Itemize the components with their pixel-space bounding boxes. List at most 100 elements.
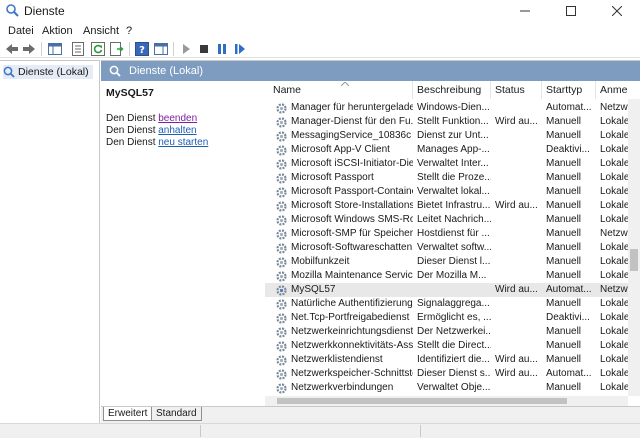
gear-icon [276,103,287,114]
service-row[interactable]: Netzwerklistendienst Identifiziert die...… [265,353,628,367]
gear-icon [276,229,287,240]
service-row[interactable]: Net.Tcp-Portfreigabedienst Ermöglicht es,… [265,311,628,325]
service-name-cell: Mozilla Maintenance Service [269,269,413,283]
service-desc-cell: Hostdienst für ... [417,228,490,239]
service-name-text: Netzwerkspeicher-Schnittste... [291,368,413,379]
main-header: Dienste (Lokal) [101,61,640,81]
service-row[interactable]: Manager für heruntergelade... Windows-Die… [265,101,628,115]
service-name-text: Netzwerkkonnektivitäts-Assi... [291,340,413,351]
service-logon-cell: Netzw [600,284,628,295]
service-name-cell: Mobilfunkzeit [269,255,413,269]
service-status-cell [491,255,542,269]
services-app-icon [6,4,19,17]
service-row[interactable]: Microsoft Store-Installations... Bietet I… [265,199,628,213]
start-service-button[interactable] [178,41,194,57]
restart-service-button[interactable] [232,41,248,57]
toolbar-separator [41,42,42,56]
service-row[interactable]: Microsoft Passport-Container Verwaltet lo… [265,185,628,199]
service-row[interactable]: Manager-Dienst für den Fu... Stellt Funkt… [265,115,628,129]
service-row[interactable]: Netzwerkverbindungen Verwaltet Obje... Man… [265,381,628,395]
column-header-starttyp[interactable]: Starttyp [542,81,596,99]
menu-ansicht[interactable]: Ansicht [83,25,119,37]
service-name-text: Netzwerklistendienst [291,354,383,365]
gear-icon [276,271,287,282]
close-button[interactable] [594,0,640,22]
refresh-icon [91,42,105,56]
service-status-cell: Wird au... [495,116,538,127]
service-logon-cell: Lokale [600,368,628,379]
service-name-cell: MySQL57 [269,283,413,297]
service-name-text: Netzwerkeinrichtungsdienst [291,326,413,337]
horizontal-scrollbar[interactable] [265,396,628,406]
forward-button[interactable] [21,41,37,57]
service-row[interactable]: MessagingService_10836c Dienst zur Unt...… [265,129,628,143]
service-logon-cell: Lokale [600,130,628,141]
service-row[interactable]: MySQL57 Wird au... Automat... Netzw [265,283,628,297]
pause-service-link[interactable]: anhalten [158,125,196,136]
service-status-cell [491,171,542,185]
service-row[interactable]: Mozilla Maintenance Service Der Mozilla M… [265,269,628,283]
export-list-button[interactable] [109,41,125,57]
back-button[interactable] [4,41,20,57]
gear-icon [276,131,287,142]
restart-service-link[interactable]: neu starten [158,137,208,148]
maximize-button[interactable] [548,0,594,22]
stop-service-link[interactable]: beenden [158,113,197,124]
service-row[interactable]: Microsoft-SMP für Speicher... Hostdienst … [265,227,628,241]
service-name-cell: Netzwerkverbindungen [269,381,413,395]
service-row[interactable]: Mobilfunkzeit Dieser Dienst l... Manuell Lo… [265,255,628,269]
scrollbar-thumb[interactable] [277,398,567,404]
tab-erweitert[interactable]: Erweitert [103,407,153,421]
tree-item-dienste-lokal[interactable]: Dienste (Lokal) [3,65,93,79]
services-icon [109,65,121,77]
console-tree-icon [48,43,62,55]
pause-service-button[interactable] [214,41,230,57]
vertical-scrollbar[interactable] [628,99,640,396]
show-hide-tree-button[interactable] [47,41,63,57]
column-header-status[interactable]: Status [491,81,542,99]
menu-aktion[interactable]: Aktion [42,25,73,37]
gear-icon [276,117,287,128]
menu-datei[interactable]: Datei [8,25,34,37]
tree-item-label: Dienste (Lokal) [18,66,89,78]
service-name-cell: MessagingService_10836c [269,129,413,143]
service-logon-cell: Lokale [600,186,628,197]
service-row[interactable]: Netzwerkspeicher-Schnittste... Dieser Die… [265,367,628,381]
scrollbar-thumb[interactable] [630,249,638,271]
action-pane-button[interactable] [153,41,169,57]
service-row[interactable]: Microsoft App-V Client Manages App-... Dea… [265,143,628,157]
service-row[interactable]: Microsoft-Softwareschatten... Verwaltet s… [265,241,628,255]
service-logon-cell: Lokale [600,116,628,127]
properties-button[interactable] [70,41,86,57]
column-header-anmelden[interactable]: Anme [596,81,628,99]
service-row[interactable]: Microsoft Windows SMS-Ro... Leitet Nachri… [265,213,628,227]
service-row[interactable]: Microsoft Passport Stellt die Proze... Man… [265,171,628,185]
service-logon-cell: Lokale [600,158,628,169]
minimize-button[interactable] [502,0,548,22]
service-desc-cell: Stellt Funktion... [417,116,489,127]
service-start-cell: Manuell [546,354,582,365]
refresh-button[interactable] [90,41,106,57]
service-row[interactable]: Netzwerkeinrichtungsdienst Der Netzwerkei… [265,325,628,339]
help-button[interactable]: ? [134,41,150,57]
stop-service-button[interactable] [196,41,212,57]
main-pane: Dienste (Lokal) MySQL57 Den Dienst beend… [101,60,640,424]
selected-service-name: MySQL57 [106,87,154,99]
service-row[interactable]: Microsoft iSCSI-Initiator-Die... Verwalte… [265,157,628,171]
tab-standard[interactable]: Standard [151,407,202,421]
service-row[interactable]: Netzwerkkonnektivitäts-Assi... Stellt die… [265,339,628,353]
column-header-beschreibung[interactable]: Beschreibung [413,81,491,99]
gear-icon [276,313,287,324]
service-logon-cell: Netzw [600,228,628,239]
menu-help[interactable]: ? [126,25,132,37]
gear-icon [276,299,287,310]
export-icon [110,42,124,56]
service-status-cell [491,339,542,353]
service-row[interactable]: Natürliche Authentifizierung Signalaggreg… [265,297,628,311]
properties-icon [72,42,84,56]
action-pause: Den Dienst anhalten [106,125,197,136]
service-name-cell: Microsoft Windows SMS-Ro... [269,213,413,227]
service-status-cell: Wird au... [495,284,538,295]
service-desc-cell: Dieser Dienst s... [417,368,491,379]
service-logon-cell: Netzw [600,102,628,113]
